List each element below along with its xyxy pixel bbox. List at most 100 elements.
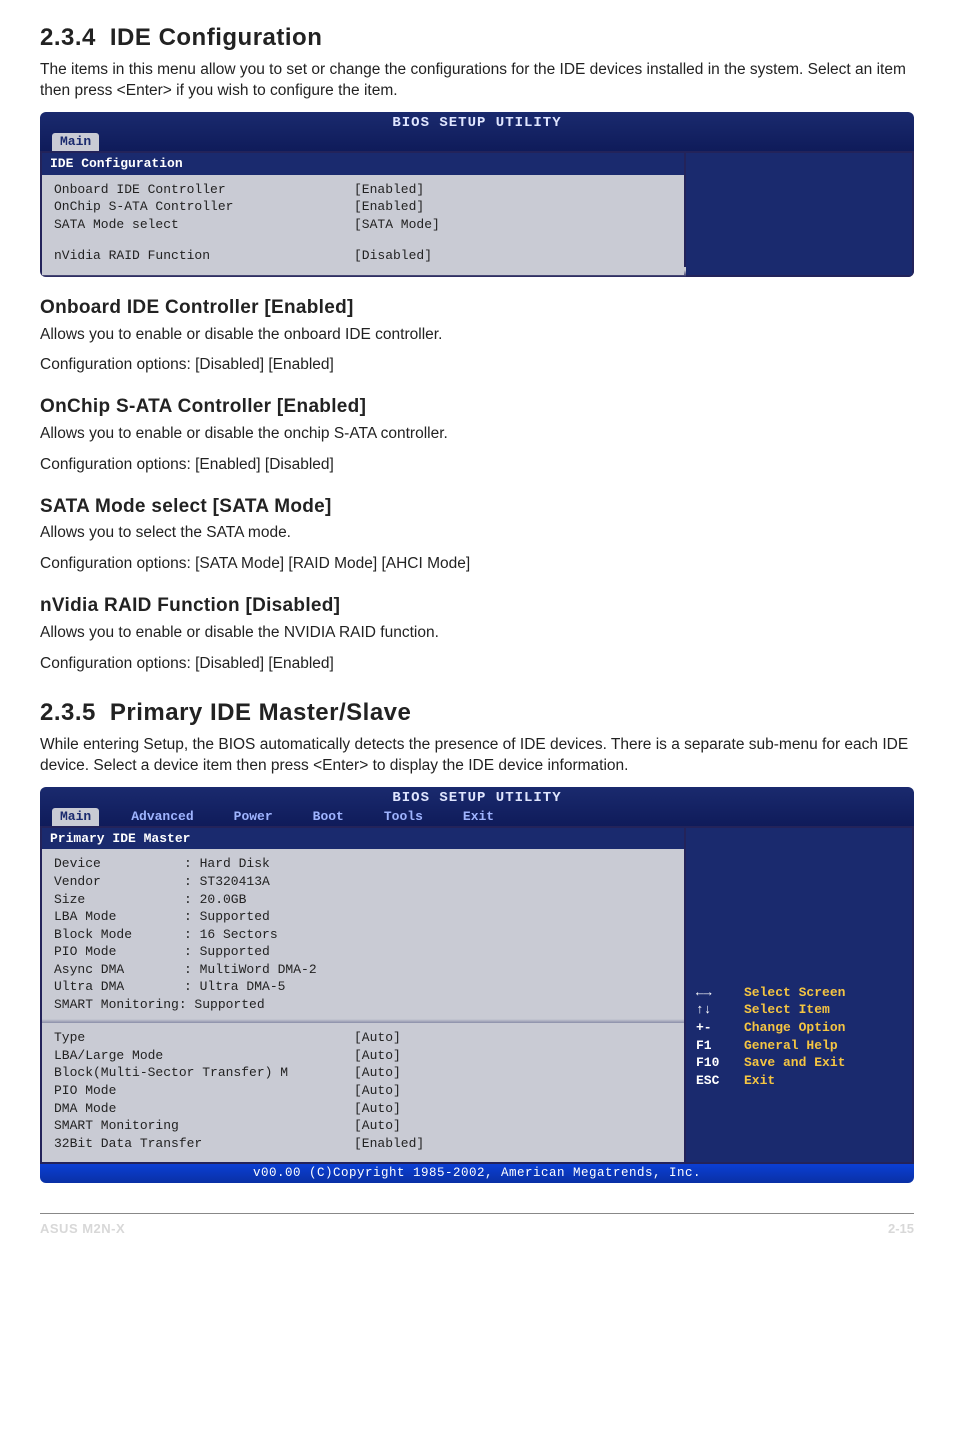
section-235-intro: While entering Setup, the BIOS automatic… xyxy=(40,735,914,777)
bios2-vendor-val: : ST320413A xyxy=(184,873,270,891)
footer-page-number: 2-15 xyxy=(888,1220,914,1238)
section-234-heading: 2.3.4 IDE Configuration xyxy=(40,22,914,54)
bios2-device-key: Device xyxy=(54,855,184,873)
bios1-satamode-key: SATA Mode select xyxy=(54,216,354,234)
legend-v1: Select Screen xyxy=(744,984,845,1002)
bios2-block-key: Block Mode xyxy=(54,926,184,944)
bios1-row-onboard[interactable]: Onboard IDE Controller[Enabled] xyxy=(54,181,672,199)
bios2-blockopt-key: Block(Multi-Sector Transfer) M xyxy=(54,1064,354,1082)
bios2-info-async: Async DMA: MultiWord DMA-2 xyxy=(54,961,672,979)
bios2-tabs: Main Advanced Power Boot Tools Exit xyxy=(40,808,914,826)
bios2-tab-advanced[interactable]: Advanced xyxy=(123,808,201,826)
bios2-ultra-key: Ultra DMA xyxy=(54,978,184,996)
bios2-subhead: Primary IDE Master xyxy=(42,828,684,850)
bios2-opt-type[interactable]: Type[Auto] xyxy=(54,1029,672,1047)
bios2-opt-pio[interactable]: PIO Mode[Auto] xyxy=(54,1082,672,1100)
bios2-info-size: Size: 20.0GB xyxy=(54,891,672,909)
sub-onboard-opts: Configuration options: [Disabled] [Enabl… xyxy=(40,355,914,376)
bios1-onboard-val: [Enabled] xyxy=(354,181,424,199)
bios1-row-satamode[interactable]: SATA Mode select[SATA Mode] xyxy=(54,216,672,234)
bios2-pioopt-val: [Auto] xyxy=(354,1082,401,1100)
sub-onchip-heading: OnChip S-ATA Controller [Enabled] xyxy=(40,394,914,420)
bios1-row-nvidia[interactable]: nVidia RAID Function[Disabled] xyxy=(54,247,672,265)
legend-k3: +- xyxy=(696,1019,744,1037)
bios2-lbaopt-key: LBA/Large Mode xyxy=(54,1047,354,1065)
legend-v4: General Help xyxy=(744,1037,838,1055)
bios2-left-pane: Primary IDE Master Device: Hard Disk Ven… xyxy=(40,826,684,1164)
bios1-tab-main[interactable]: Main xyxy=(52,133,99,151)
legend-select-item: ↑↓Select Item xyxy=(696,1001,902,1019)
legend-change-option: +-Change Option xyxy=(696,1019,902,1037)
section-235-title: Primary IDE Master/Slave xyxy=(110,699,412,726)
bios1-onboard-key: Onboard IDE Controller xyxy=(54,181,354,199)
sub-sata-desc: Allows you to select the SATA mode. xyxy=(40,523,914,544)
bios1-onchip-key: OnChip S-ATA Controller xyxy=(54,198,354,216)
bios1-satamode-val: [SATA Mode] xyxy=(354,216,440,234)
sub-nvidia-heading: nVidia RAID Function [Disabled] xyxy=(40,593,914,619)
bios1-subhead: IDE Configuration xyxy=(42,153,684,175)
bios2-async-key: Async DMA xyxy=(54,961,184,979)
legend-k4: F1 xyxy=(696,1037,744,1055)
bios2-dmaopt-key: DMA Mode xyxy=(54,1100,354,1118)
bios2-separator xyxy=(42,1019,684,1023)
bios2-smartopt-key: SMART Monitoring xyxy=(54,1117,354,1135)
bios2-tab-tools[interactable]: Tools xyxy=(376,808,431,826)
bios1-body: IDE Configuration Onboard IDE Controller… xyxy=(40,151,914,277)
bios2-opt-block[interactable]: Block(Multi-Sector Transfer) M[Auto] xyxy=(54,1064,672,1082)
bios2-32bit-val: [Enabled] xyxy=(354,1135,424,1153)
bios2-opt-lba[interactable]: LBA/Large Mode[Auto] xyxy=(54,1047,672,1065)
bios2-opt-dma[interactable]: DMA Mode[Auto] xyxy=(54,1100,672,1118)
bios2-info-pio: PIO Mode: Supported xyxy=(54,943,672,961)
bios2-body: Primary IDE Master Device: Hard Disk Ven… xyxy=(40,826,914,1164)
bios2-lbaopt-val: [Auto] xyxy=(354,1047,401,1065)
sub-nvidia-desc: Allows you to enable or disable the NVID… xyxy=(40,623,914,644)
sub-nvidia-opts: Configuration options: [Disabled] [Enabl… xyxy=(40,654,914,675)
bios2-tab-boot[interactable]: Boot xyxy=(305,808,352,826)
bios2-tab-main[interactable]: Main xyxy=(52,808,99,826)
bios2-tab-exit[interactable]: Exit xyxy=(455,808,502,826)
bios2-block-val: : 16 Sectors xyxy=(184,926,278,944)
bios2-ultra-val: : Ultra DMA-5 xyxy=(184,978,285,996)
bios2-device-val: : Hard Disk xyxy=(184,855,270,873)
legend-v5: Save and Exit xyxy=(744,1054,845,1072)
bios2-opt-smart[interactable]: SMART Monitoring[Auto] xyxy=(54,1117,672,1135)
bios1-row-onchip[interactable]: OnChip S-ATA Controller[Enabled] xyxy=(54,198,672,216)
bios2-smart-line: SMART Monitoring: Supported xyxy=(54,996,265,1014)
legend-k1: ←→ xyxy=(696,984,744,1002)
bios2-title: BIOS SETUP UTILITY xyxy=(40,789,914,808)
section-234-intro: The items in this menu allow you to set … xyxy=(40,60,914,102)
sub-sata-heading: SATA Mode select [SATA Mode] xyxy=(40,494,914,520)
legend-exit: ESCExit xyxy=(696,1072,902,1090)
bios2-titlebar: BIOS SETUP UTILITY Main Advanced Power B… xyxy=(40,787,914,826)
bios2-tab-power[interactable]: Power xyxy=(226,808,281,826)
section-234-title: IDE Configuration xyxy=(110,24,322,51)
bios2-type-val: [Auto] xyxy=(354,1029,401,1047)
bios1-title: BIOS SETUP UTILITY xyxy=(40,114,914,133)
bios-ide-config: BIOS SETUP UTILITY Main IDE Configuratio… xyxy=(40,112,914,277)
bios2-lba-val: : Supported xyxy=(184,908,270,926)
bios2-blockopt-val: [Auto] xyxy=(354,1064,401,1082)
bios1-left-pane: IDE Configuration Onboard IDE Controller… xyxy=(40,151,684,277)
bios1-tabs: Main xyxy=(40,133,914,151)
legend-k2: ↑↓ xyxy=(696,1001,744,1019)
sub-onchip-opts: Configuration options: [Enabled] [Disabl… xyxy=(40,455,914,476)
bios2-size-key: Size xyxy=(54,891,184,909)
sub-onchip-desc: Allows you to enable or disable the onch… xyxy=(40,424,914,445)
legend-select-screen: ←→Select Screen xyxy=(696,984,902,1002)
bios1-nvidia-key: nVidia RAID Function xyxy=(54,247,354,265)
bios2-pio-key: PIO Mode xyxy=(54,943,184,961)
bios2-type-key: Type xyxy=(54,1029,354,1047)
bios-primary-ide: BIOS SETUP UTILITY Main Advanced Power B… xyxy=(40,787,914,1183)
bios2-lba-key: LBA Mode xyxy=(54,908,184,926)
bios2-opt-32bit[interactable]: 32Bit Data Transfer[Enabled] xyxy=(54,1135,672,1153)
bios2-pioopt-key: PIO Mode xyxy=(54,1082,354,1100)
bios2-size-val: : 20.0GB xyxy=(184,891,246,909)
bios2-smartopt-val: [Auto] xyxy=(354,1117,401,1135)
section-234-number: 2.3.4 xyxy=(40,24,96,51)
legend-k6: ESC xyxy=(696,1072,744,1090)
bios2-32bit-key: 32Bit Data Transfer xyxy=(54,1135,354,1153)
bios2-pio-val: : Supported xyxy=(184,943,270,961)
legend-k5: F10 xyxy=(696,1054,744,1072)
sub-sata-opts: Configuration options: [SATA Mode] [RAID… xyxy=(40,554,914,575)
bios2-dmaopt-val: [Auto] xyxy=(354,1100,401,1118)
